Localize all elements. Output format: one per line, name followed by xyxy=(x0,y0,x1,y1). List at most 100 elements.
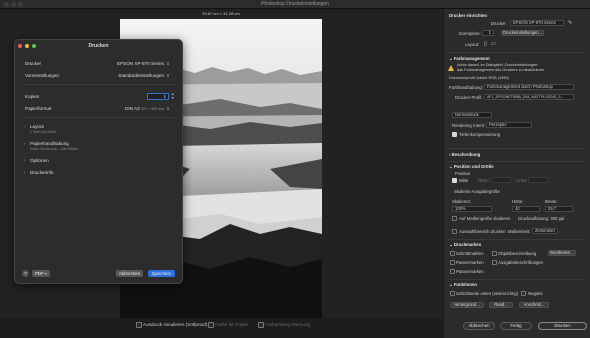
gamut-warning-label: Farbumfang-Warnung xyxy=(265,322,311,328)
warning-line-2: das Farbmanagement des Druckers zu deakt… xyxy=(457,68,546,72)
print-selection-label: Auswahlbereich drucken xyxy=(459,229,506,234)
simulate-checkbox[interactable] xyxy=(136,322,142,328)
paper-color-checkbox[interactable] xyxy=(208,322,214,328)
center-checkbox[interactable] xyxy=(452,178,457,183)
normal-print-select[interactable]: Normaldruck xyxy=(452,112,492,118)
units-value: Zentimeter xyxy=(535,228,556,233)
printer-select-value: EPSON XP-970 Series xyxy=(117,61,164,66)
position-label: Position xyxy=(455,171,471,176)
divider xyxy=(448,161,586,162)
registration-marks-label: Passermarken xyxy=(456,269,484,274)
left-input[interactable] xyxy=(528,177,548,183)
divider xyxy=(448,148,586,149)
scale-input[interactable]: 100% xyxy=(452,206,492,212)
landscape-layout-icon[interactable]: ▭ xyxy=(491,41,496,47)
chevron-down-icon: ⌄ xyxy=(449,282,453,287)
scale-label: Skalieren: xyxy=(452,199,472,204)
position-size-section[interactable]: ⌄ Position und Größe xyxy=(449,164,494,170)
pdf-menu-button[interactable]: PDF ▾ xyxy=(32,270,50,277)
window-title: Photoshop Druckeinstellungen xyxy=(261,1,329,7)
color-handling-select[interactable]: Farbmanagement durch Photoshop xyxy=(484,84,574,90)
chevron-down-icon: ▾ xyxy=(45,272,47,276)
object-description-checkbox[interactable] xyxy=(492,251,497,256)
section-paper-handling[interactable]: › Papierhandhabung Keine Sortierung – All… xyxy=(24,141,78,151)
panel-print-button[interactable]: Drucken xyxy=(538,322,587,330)
functions-section[interactable]: ⌄ Funktionen xyxy=(449,282,477,288)
rendering-intent-select[interactable]: Perzeptiv xyxy=(486,122,532,128)
paper-color-option[interactable]: Farbe für Papier xyxy=(208,322,248,328)
simulate-label: Ausdruck simulieren (Softproof) xyxy=(143,322,208,328)
color-handling-label: Farbhandhabung: xyxy=(449,85,483,90)
printer-profile-value: AF1_EPSONET8985_D84_MATTPLUS240_S... xyxy=(487,95,564,99)
preview-dimensions: 29,67 cm × 41,98 cm xyxy=(202,11,240,16)
units-label: Maßeinheit: xyxy=(508,229,531,234)
paper-color-label: Farbe für Papier xyxy=(215,322,249,328)
paper-size-value: DIN A3 xyxy=(125,106,140,111)
help-button[interactable]: ? xyxy=(22,270,29,277)
presets-label: Voreinstellungen xyxy=(25,73,59,78)
section-options[interactable]: › Optionen xyxy=(24,158,49,163)
scaled-size-label: Skalierte Ausgabegröße xyxy=(454,189,500,194)
section-paper-handling-title: Papierhandhabung xyxy=(30,141,69,146)
crop-marks-label: Schnittmarken xyxy=(456,251,484,256)
portrait-layout-icon[interactable]: ▯ xyxy=(484,41,487,47)
panel-printer-select[interactable]: EPSON XP-970 Series xyxy=(510,20,564,26)
top-input[interactable] xyxy=(491,177,511,183)
divider xyxy=(23,117,174,118)
fit-media-label: Auf Mediengröße skalieren xyxy=(459,216,511,221)
dialog-cancel-button[interactable]: Abbrechen xyxy=(116,270,143,277)
bleed-button[interactable]: Anschnitt... xyxy=(519,302,549,308)
section-layout[interactable]: › Layout 1 Seite pro Blatt xyxy=(24,124,56,134)
crop-marks-checkbox[interactable] xyxy=(450,251,455,256)
printer-profile-select[interactable]: AF1_EPSONET8985_D84_MATTPLUS240_S... xyxy=(484,94,574,100)
edit-button[interactable]: Bearbeiten... xyxy=(548,250,576,256)
background-button[interactable]: Hintergrund... xyxy=(450,302,484,308)
printer-select[interactable]: EPSON XP-970 Series ⇕ xyxy=(117,61,170,66)
emulsion-down-checkbox[interactable] xyxy=(450,291,455,296)
section-paper-handling-subtitle: Keine Sortierung – Alle Blätter xyxy=(30,147,78,151)
settings-panel: Drucker einrichten Drucker: EPSON XP-970… xyxy=(443,9,590,338)
chevron-down-icon: ⌄ xyxy=(449,56,453,61)
fit-media-checkbox[interactable] xyxy=(452,216,457,221)
print-marks-section[interactable]: ⌄ Druckmarken xyxy=(449,242,481,248)
chevron-updown-icon: ⇕ xyxy=(166,61,170,66)
depth-compensation-label: Tiefenkompensierung xyxy=(459,132,501,137)
print-selection-checkbox[interactable] xyxy=(452,229,457,234)
section-printer-info-title: Druckerinfo xyxy=(30,170,54,175)
paper-size-select[interactable]: DIN A3 297 × 420 mm ⇕ xyxy=(125,106,170,111)
layout-label: Layout: xyxy=(465,42,480,47)
rendering-intent-label: Rendering Intent: xyxy=(452,123,485,128)
printer-setup-title: Drucker einrichten xyxy=(449,13,487,18)
height-input[interactable]: 42 xyxy=(512,206,540,212)
copies-stepper[interactable]: ▲ ▼ xyxy=(171,92,174,100)
printer-settings-icon[interactable]: ✎ xyxy=(568,20,572,26)
copies-input[interactable]: 1 xyxy=(147,93,169,100)
gamut-warning-option[interactable]: Farbumfang-Warnung xyxy=(258,322,310,328)
registration-marks-checkbox[interactable] xyxy=(450,269,455,274)
print-labels-checkbox[interactable] xyxy=(492,260,497,265)
section-printer-info[interactable]: › Druckerinfo xyxy=(24,170,54,175)
print-settings-button[interactable]: Druckeinstellungen... xyxy=(501,30,544,36)
width-input[interactable]: 29,7 xyxy=(545,206,573,212)
depth-compensation-checkbox[interactable] xyxy=(452,132,457,137)
panel-printer-label: Drucker: xyxy=(490,21,507,26)
section-layout-title: Layout xyxy=(30,124,44,129)
center-label: Mitte xyxy=(459,178,469,183)
simulate-option[interactable]: Ausdruck simulieren (Softproof) xyxy=(136,322,207,328)
panel-copies-input[interactable]: 1 xyxy=(482,30,494,36)
printer-label: Drucker xyxy=(25,61,42,66)
presets-select[interactable]: Standardeinstellungen ⇕ xyxy=(118,73,170,78)
panel-cancel-button[interactable]: Abbrechen xyxy=(463,322,495,330)
corner-marks-checkbox[interactable] xyxy=(450,260,455,265)
copies-label: Kopien xyxy=(25,94,40,99)
divider xyxy=(23,84,174,85)
panel-done-button[interactable]: Fertig xyxy=(500,322,532,330)
dialog-save-button[interactable]: Speichern xyxy=(148,270,175,277)
description-section[interactable]: › Beschreibung xyxy=(449,152,480,157)
color-management-title[interactable]: ⌄ Farbmanagement xyxy=(449,56,490,62)
gamut-warning-checkbox[interactable] xyxy=(258,322,264,328)
rendering-intent-value: Perzeptiv xyxy=(489,122,507,127)
negative-checkbox[interactable] xyxy=(521,291,526,296)
units-select[interactable]: Zentimeter xyxy=(532,228,558,234)
border-button[interactable]: Rand... xyxy=(489,302,513,308)
